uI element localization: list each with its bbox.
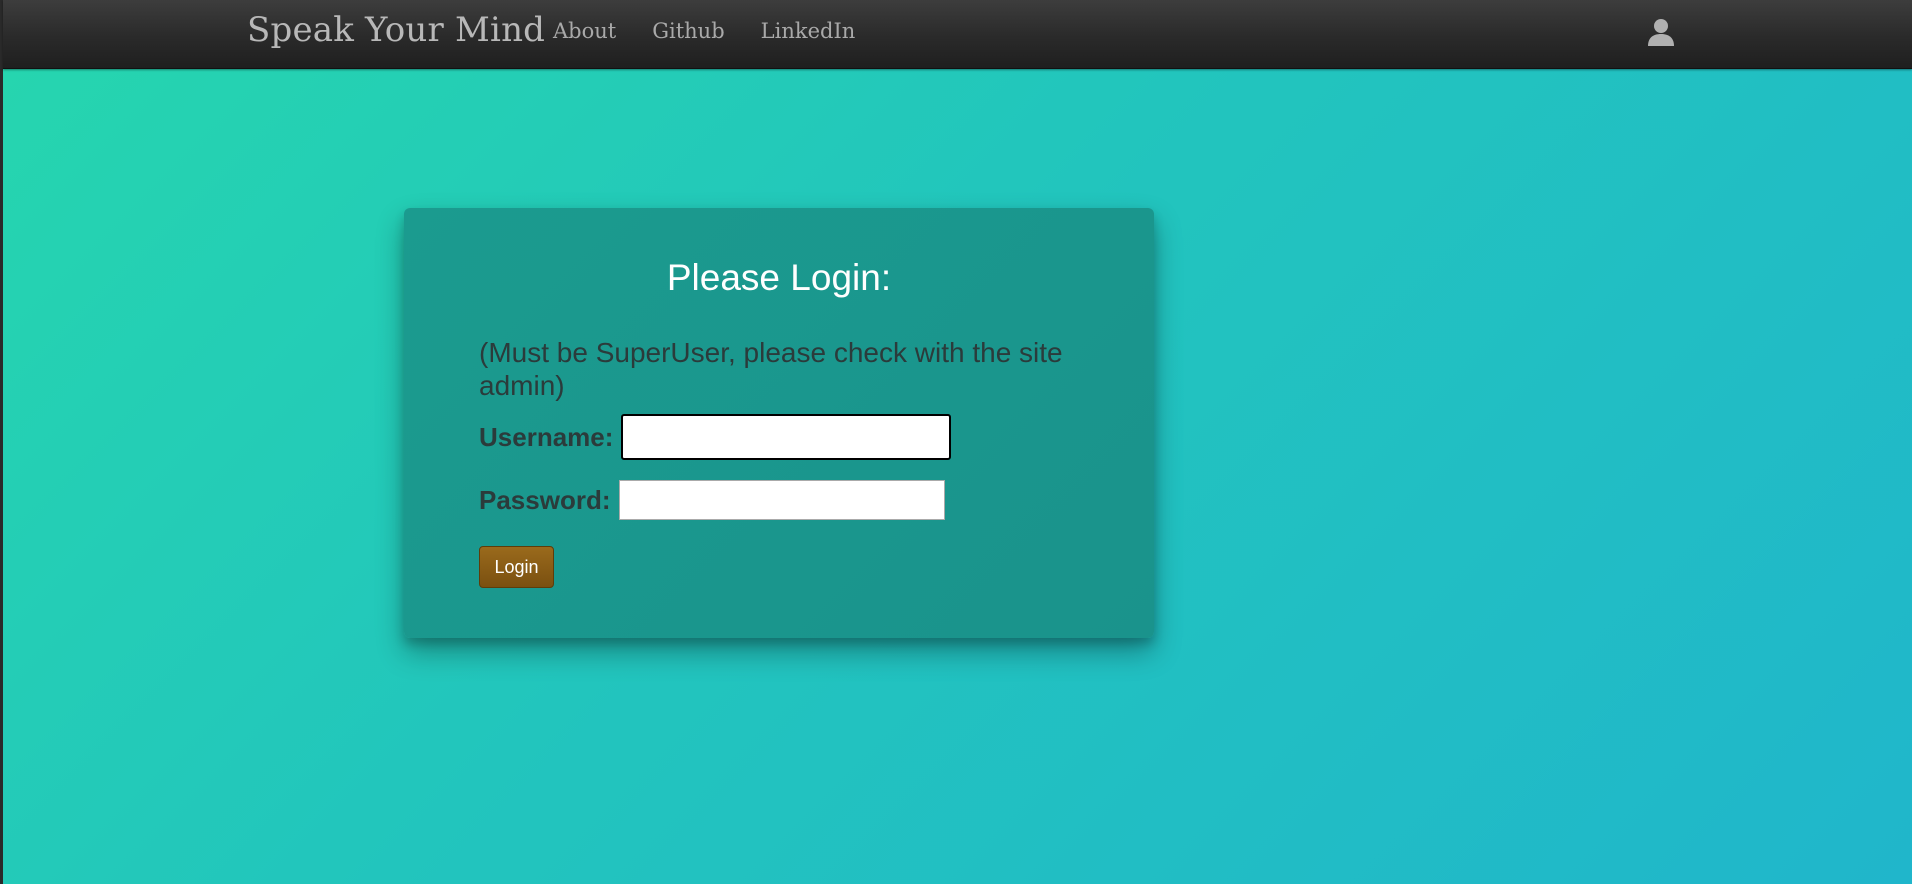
brand-link[interactable]: Speak Your Mind [247,10,545,50]
nav-links: About Github LinkedIn [553,17,891,45]
password-row: Password: [479,480,945,520]
top-navbar: Speak Your Mind About Github LinkedIn [3,0,1912,69]
nav-link-linkedin[interactable]: LinkedIn [761,17,856,45]
superuser-note: (Must be SuperUser, please check with th… [479,337,1063,401]
username-row: Username: [479,414,952,460]
nav-link-about[interactable]: About [553,17,616,45]
window-edge [0,0,3,884]
login-button[interactable]: Login [479,546,554,588]
login-title: Please Login: [666,257,892,298]
password-label: Password: [479,484,611,515]
username-input[interactable] [621,414,952,460]
user-icon[interactable] [1646,17,1676,47]
login-card: Please Login: (Must be SuperUser, please… [404,208,1154,638]
username-label: Username: [479,421,614,452]
password-input[interactable] [618,480,945,520]
nav-link-github[interactable]: Github [652,17,724,45]
